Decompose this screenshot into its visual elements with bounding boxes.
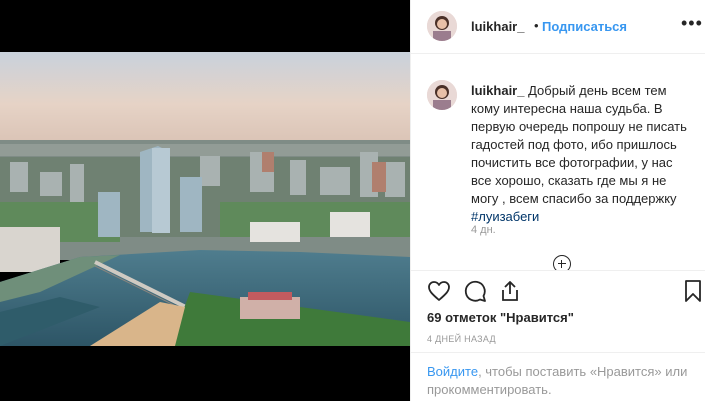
post-photo[interactable] — [0, 0, 410, 401]
bookmark-icon[interactable] — [681, 279, 705, 303]
header-separator-dot: • — [534, 18, 539, 33]
post-date[interactable]: 4 ДНЕЙ НАЗАД — [427, 334, 496, 344]
more-options-icon[interactable]: ••• — [681, 13, 703, 34]
comments-section: luikhair_ Добрый день всем тем кому инте… — [411, 55, 705, 270]
comment-icon[interactable] — [463, 279, 487, 303]
caption-username[interactable]: luikhair_ — [471, 83, 524, 98]
post-side-panel: luikhair_ • Подписаться ••• luikhair_ До… — [410, 0, 705, 401]
caption-text: luikhair_ Добрый день всем тем кому инте… — [471, 82, 691, 226]
post-header: luikhair_ • Подписаться ••• — [411, 0, 705, 54]
caption-avatar[interactable] — [427, 80, 457, 110]
share-icon[interactable] — [498, 279, 522, 303]
login-link[interactable]: Войдите — [427, 364, 478, 379]
plus-circle-icon[interactable] — [553, 255, 571, 270]
likes-count[interactable]: 69 отметок "Нравится" — [427, 310, 574, 325]
caption-body: Добрый день всем тем кому интересна наша… — [471, 83, 687, 206]
caption-time[interactable]: 4 дн. — [471, 224, 496, 236]
caption-avatar-image — [427, 80, 457, 110]
follow-button[interactable]: Подписаться — [542, 19, 627, 34]
avatar-image — [427, 11, 457, 41]
avatar[interactable] — [427, 11, 457, 41]
instagram-post: luikhair_ • Подписаться ••• luikhair_ До… — [0, 0, 705, 401]
post-actions — [411, 270, 705, 308]
city-photo — [0, 52, 410, 346]
header-username[interactable]: luikhair_ — [471, 19, 524, 34]
login-prompt: Войдите, чтобы поставить «Нравится» или … — [411, 352, 705, 401]
heart-icon[interactable] — [427, 279, 451, 303]
caption-hashtag[interactable]: #луизабеги — [471, 209, 539, 224]
